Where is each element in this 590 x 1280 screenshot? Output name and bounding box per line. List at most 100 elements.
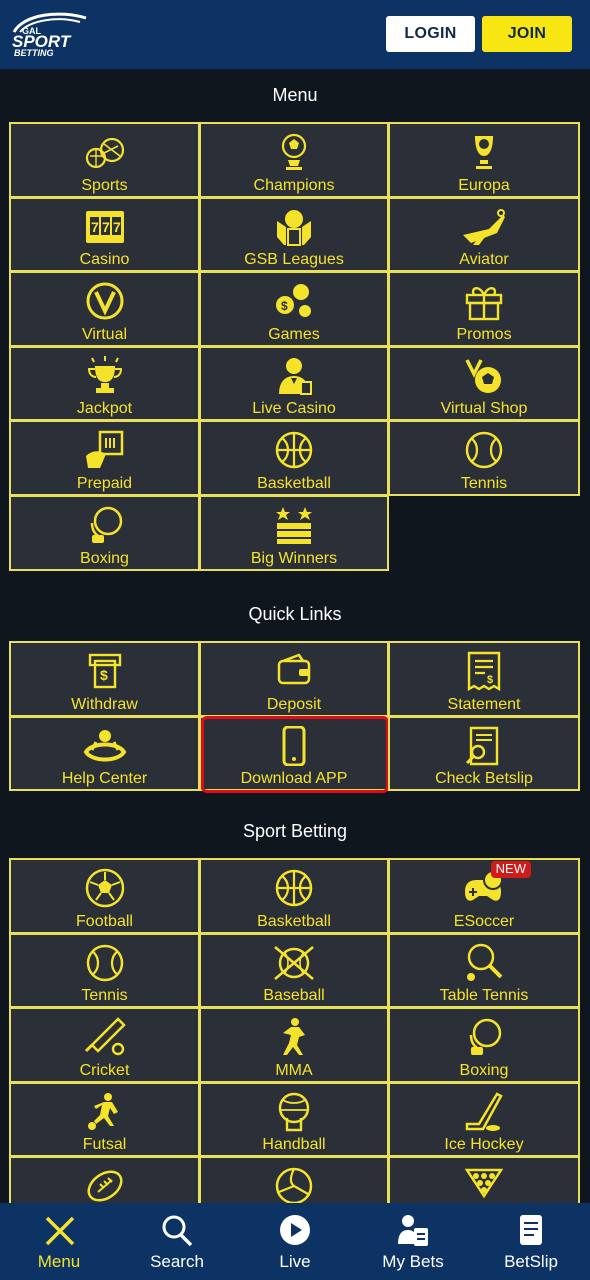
nav-search[interactable]: Search	[118, 1203, 236, 1280]
sport-item-table-tennis[interactable]: Table Tennis	[388, 932, 580, 1009]
menu-item-virtual-shop[interactable]: Virtual Shop	[388, 345, 580, 422]
menu-item-label: Prepaid	[76, 474, 133, 492]
menu-item-boxing[interactable]: Boxing	[9, 494, 200, 571]
menu-section-title: Menu	[272, 85, 318, 105]
sport-item-baseball[interactable]: Baseball	[199, 932, 389, 1009]
menu-item-casino[interactable]: 7 7 7 Casino	[9, 196, 200, 273]
sport-item-cricket[interactable]: Cricket	[9, 1007, 200, 1083]
nav-my-bets[interactable]: My Bets	[354, 1203, 472, 1280]
quick-links-grid: $ Withdraw Deposit $ Statement Help Center Dow…	[9, 641, 580, 793]
quick-link-deposit[interactable]: Deposit	[199, 641, 389, 717]
quick-link-download-app[interactable]: Download APP	[199, 715, 389, 793]
cricket-icon	[82, 1017, 128, 1057]
sport-item-label: Cricket	[79, 1061, 130, 1079]
gal-sport-betting-logo[interactable]: GAL SPORT BETTING	[10, 10, 92, 58]
airplane-icon	[461, 207, 507, 247]
handball-icon	[271, 1092, 317, 1132]
quick-link-label: Deposit	[266, 695, 322, 713]
sport-item-label: Tennis	[81, 987, 128, 1005]
menu-item-label: Promos	[456, 325, 512, 343]
nav-betslip[interactable]: BetSlip	[472, 1203, 590, 1280]
quick-link-label: Statement	[447, 695, 521, 713]
nav-live[interactable]: Live	[236, 1203, 354, 1280]
sport-item-esoccer[interactable]: ESoccer NEW	[388, 858, 580, 934]
quick-link-help-center[interactable]: Help Center	[9, 715, 200, 792]
sport-item-boxing[interactable]: Boxing	[388, 1007, 580, 1083]
wallet-icon	[271, 651, 317, 691]
menu-item-label: Live Casino	[252, 400, 336, 418]
sport-item-label: ESoccer	[453, 912, 515, 930]
sport-item-football[interactable]: Football	[9, 858, 200, 934]
dealer-icon	[271, 356, 317, 396]
quick-link-statement[interactable]: $ Statement	[388, 641, 580, 717]
nav-menu[interactable]: Menu	[0, 1203, 118, 1280]
check-betslip-icon	[461, 726, 507, 766]
menu-item-virtual[interactable]: Virtual	[9, 271, 200, 347]
virtual-v-icon	[82, 281, 128, 321]
snooker-icon	[461, 1166, 507, 1206]
nav-label: Search	[150, 1252, 204, 1271]
sports-balls-icon	[82, 132, 128, 172]
prepaid-card-icon	[82, 430, 128, 470]
menu-item-gsb-leagues[interactable]: GSB Leagues	[199, 196, 389, 273]
menu-item-label: Virtual Shop	[440, 400, 528, 418]
menu-item-basketball[interactable]: Basketball	[199, 420, 389, 496]
my-bets-icon	[396, 1215, 430, 1247]
volleyball-icon	[271, 1166, 317, 1206]
svg-text:$: $	[100, 667, 108, 683]
betslip-icon	[514, 1215, 548, 1247]
svg-text:$: $	[281, 299, 288, 313]
lifebuoy-icon	[82, 726, 128, 766]
sport-betting-grid: Football Basketball ESoccer NEW Tennis Baseba…	[9, 858, 580, 1232]
american-football-icon	[82, 1166, 128, 1206]
sport-item-ice-hockey[interactable]: Ice Hockey	[388, 1081, 580, 1158]
sport-item-futsal[interactable]: Futsal	[9, 1081, 200, 1158]
menu-item-promos[interactable]: Promos	[388, 271, 580, 347]
sport-item-label: Ice Hockey	[444, 1136, 524, 1154]
menu-item-champions[interactable]: Champions	[199, 122, 389, 198]
search-icon	[160, 1215, 194, 1247]
gift-icon	[461, 281, 507, 321]
quick-link-check-betslip[interactable]: Check Betslip	[388, 715, 580, 792]
menu-item-live-casino[interactable]: Live Casino	[199, 345, 389, 422]
sport-item-basketball[interactable]: Basketball	[199, 858, 389, 934]
menu-item-aviator[interactable]: Aviator	[388, 196, 580, 273]
menu-item-label: Jackpot	[76, 400, 133, 418]
sport-item-label: Table Tennis	[439, 987, 529, 1005]
menu-item-prepaid[interactable]: Prepaid	[9, 420, 200, 496]
tennis-ball-icon	[461, 430, 507, 470]
menu-item-label: Aviator	[459, 251, 509, 269]
nav-label: Live	[279, 1252, 311, 1271]
quick-link-withdraw[interactable]: $ Withdraw	[9, 641, 200, 717]
europa-trophy-icon	[461, 132, 507, 172]
quick-links-section-title: Quick Links	[248, 604, 342, 624]
menu-item-label: Big Winners	[250, 549, 338, 567]
menu-item-games[interactable]: $ Games	[199, 271, 389, 347]
sport-item-handball[interactable]: Handball	[199, 1081, 389, 1158]
menu-item-big-winners[interactable]: Big Winners	[199, 494, 389, 571]
play-icon	[278, 1215, 312, 1247]
sport-item-tennis[interactable]: Tennis	[9, 932, 200, 1009]
nav-label: Menu	[37, 1252, 81, 1271]
menu-item-label: Casino	[79, 251, 130, 269]
games-coins-icon: $	[271, 281, 317, 321]
boxing-glove-icon	[461, 1017, 507, 1057]
top-header: GAL SPORT BETTING LOGIN JOIN	[0, 0, 590, 69]
menu-item-tennis[interactable]: Tennis	[388, 420, 580, 496]
menu-item-jackpot[interactable]: Jackpot	[9, 345, 200, 422]
basketball-icon	[271, 868, 317, 908]
quick-link-label: Download APP	[240, 770, 348, 788]
close-icon	[42, 1215, 76, 1247]
sport-item-mma[interactable]: MMA	[199, 1007, 389, 1083]
menu-item-label: GSB Leagues	[244, 251, 344, 269]
quick-link-label: Check Betslip	[435, 770, 533, 788]
join-button[interactable]: JOIN	[482, 16, 572, 52]
menu-item-europa[interactable]: Europa	[388, 122, 580, 198]
sport-item-label: Boxing	[459, 1061, 509, 1079]
sport-item-label: Baseball	[263, 987, 325, 1005]
statement-receipt-icon: $	[461, 651, 507, 691]
menu-item-sports[interactable]: Sports	[9, 122, 200, 198]
sport-item-label: Basketball	[257, 912, 331, 930]
login-button[interactable]: LOGIN	[386, 16, 475, 52]
quick-link-label: Help Center	[61, 770, 148, 788]
